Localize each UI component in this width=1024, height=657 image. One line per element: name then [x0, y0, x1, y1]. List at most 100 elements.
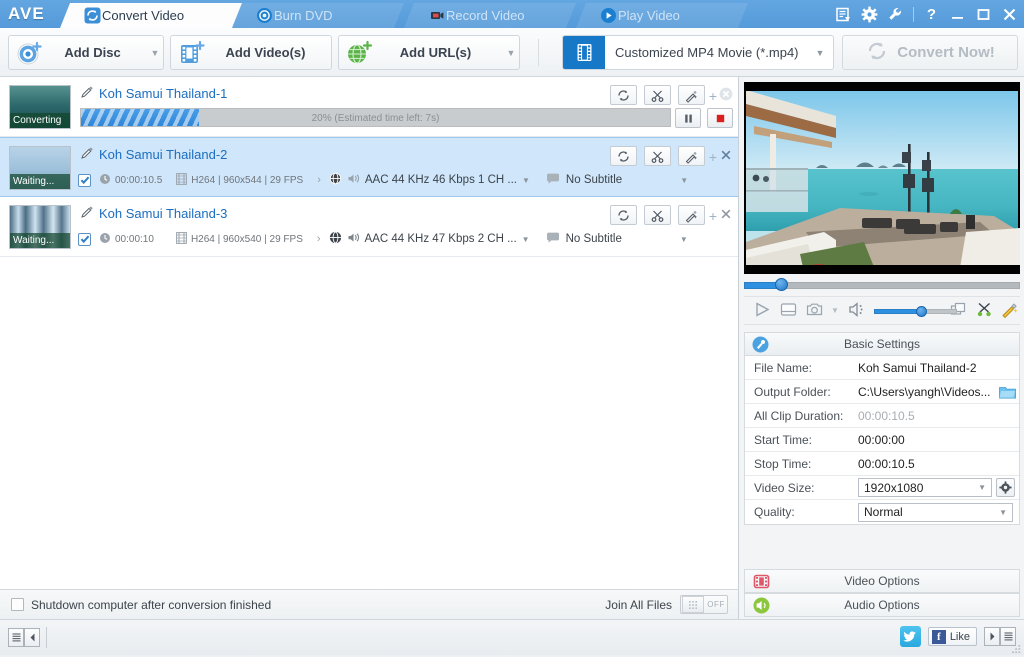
edit-pencil-icon[interactable]: [80, 206, 94, 220]
chevron-down-icon[interactable]: ▼: [978, 483, 986, 492]
add-row-icon[interactable]: +: [709, 208, 717, 224]
close-icon[interactable]: [719, 148, 733, 162]
file-title-row: Koh Samui Thailand-3: [80, 204, 227, 222]
expand-panel-button[interactable]: [984, 627, 1000, 646]
convert-icon[interactable]: [610, 205, 637, 225]
setting-row-stop-time: Stop Time: 00:00:10.5: [745, 452, 1019, 476]
file-title[interactable]: Koh Samui Thailand-2: [99, 147, 227, 162]
add-urls-button[interactable]: Add URL(s) ▼: [338, 35, 520, 70]
help-icon[interactable]: ?: [923, 6, 940, 23]
video-options-row[interactable]: Video Options: [744, 569, 1020, 593]
maximize-icon[interactable]: [975, 6, 992, 23]
cut-icon[interactable]: [644, 205, 671, 225]
audio-options-row[interactable]: Audio Options: [744, 593, 1020, 617]
setting-row-video-size: Video Size: 1920x1080 ▼: [745, 476, 1019, 500]
audio-track-selector[interactable]: AAC 44 KHz 47 Kbps 2 CH ... ▼: [329, 231, 530, 247]
facebook-like-button[interactable]: f Like: [928, 627, 977, 646]
tab-record-video[interactable]: Record Video: [404, 3, 576, 28]
resize-grip[interactable]: [1012, 643, 1021, 652]
quality-select[interactable]: Normal ▼: [858, 503, 1013, 522]
close-icon[interactable]: [719, 207, 733, 221]
expand-arrow-icon[interactable]: ›: [317, 233, 321, 245]
video-size-settings-button[interactable]: [996, 478, 1015, 497]
volume-handle[interactable]: [916, 306, 927, 317]
camera-dropdown-button[interactable]: ▼: [831, 306, 839, 315]
file-title[interactable]: Koh Samui Thailand-3: [99, 206, 227, 221]
start-time-value[interactable]: 00:00:00: [858, 433, 1019, 447]
video-options-icon: [753, 573, 770, 590]
close-icon[interactable]: [1001, 6, 1018, 23]
edit-pencil-icon[interactable]: [80, 86, 94, 100]
volume-slider[interactable]: [874, 306, 928, 316]
tab-play-video[interactable]: Play Video: [576, 3, 748, 28]
table-row[interactable]: Waiting... Koh Samui Thailand-3: [0, 197, 739, 257]
add-row-icon[interactable]: +: [709, 88, 717, 104]
file-checkbox[interactable]: [78, 233, 91, 246]
convert-icon[interactable]: [610, 146, 637, 166]
chevron-down-icon[interactable]: ▼: [807, 48, 833, 58]
add-disc-button[interactable]: Add Disc ▼: [8, 35, 164, 70]
camera-button[interactable]: [805, 301, 824, 321]
row-actions: [610, 205, 705, 225]
shutdown-option[interactable]: Shutdown computer after conversion finis…: [11, 598, 271, 612]
file-name-value[interactable]: Koh Samui Thailand-2: [858, 361, 1019, 375]
edit-pencil-icon[interactable]: [80, 147, 94, 161]
join-all-files-toggle[interactable]: OFF: [680, 595, 728, 614]
effect-icon[interactable]: [678, 205, 705, 225]
file-checkbox[interactable]: [78, 174, 91, 187]
add-videos-button[interactable]: Add Video(s): [170, 35, 332, 70]
video-thumbnail: Waiting...: [9, 205, 71, 249]
trim-button[interactable]: [975, 301, 994, 321]
table-row[interactable]: Waiting... Koh Samui Thailand-2: [0, 137, 739, 197]
snapshot-folder-button[interactable]: [779, 301, 798, 321]
effect-icon[interactable]: [678, 85, 705, 105]
chevron-down-icon[interactable]: ▼: [522, 176, 530, 185]
seek-bar[interactable]: [744, 277, 1020, 293]
effect-icon[interactable]: [678, 146, 705, 166]
video-size-select[interactable]: 1920x1080 ▼: [858, 478, 992, 497]
chevron-down-icon[interactable]: ▼: [680, 235, 688, 244]
chevron-down-icon[interactable]: ▼: [522, 235, 530, 244]
list-view-button[interactable]: [8, 628, 24, 647]
collapse-panel-button[interactable]: [24, 628, 40, 647]
minimize-icon[interactable]: [949, 6, 966, 23]
cut-icon[interactable]: [644, 146, 671, 166]
gear-icon[interactable]: [861, 6, 878, 23]
convert-now-button[interactable]: Convert Now!: [842, 35, 1018, 70]
folder-icon[interactable]: [999, 385, 1016, 399]
tab-convert-video[interactable]: Convert Video: [60, 3, 242, 28]
chevron-down-icon[interactable]: ▼: [503, 48, 519, 58]
subtitle-selector[interactable]: No Subtitle ▼: [546, 173, 688, 188]
output-format-selector[interactable]: Customized MP4 Movie (*.mp4) ▼: [562, 35, 834, 70]
chevron-down-icon[interactable]: ▼: [680, 176, 688, 185]
audio-track-selector[interactable]: AAC 44 KHz 46 Kbps 1 CH ... ▼: [329, 172, 530, 188]
add-row-icon[interactable]: +: [709, 149, 717, 165]
video-preview[interactable]: [744, 82, 1020, 274]
seek-handle[interactable]: [775, 278, 788, 291]
effects-button[interactable]: [1001, 301, 1020, 321]
volume-button[interactable]: [848, 301, 867, 321]
quality-value: Normal: [864, 505, 903, 519]
join-all-files-label: Join All Files: [605, 598, 672, 612]
pause-button[interactable]: [675, 108, 701, 128]
notes-icon[interactable]: [835, 6, 852, 23]
tab-burn-dvd[interactable]: Burn DVD: [232, 3, 404, 28]
play-button[interactable]: [753, 301, 772, 321]
chevron-down-icon[interactable]: ▼: [999, 508, 1007, 517]
convert-icon[interactable]: [610, 85, 637, 105]
expand-arrow-icon[interactable]: ›: [317, 174, 321, 186]
table-row[interactable]: Converting Koh Samui Thailand-1: [0, 77, 739, 137]
twitter-button[interactable]: [900, 626, 921, 647]
wrench-icon[interactable]: [887, 6, 904, 23]
shutdown-checkbox[interactable]: [11, 598, 24, 611]
progress-text: 20% (Estimated time left: 7s): [81, 109, 670, 127]
stop-button[interactable]: [707, 108, 733, 128]
stop-time-value[interactable]: 00:00:10.5: [858, 457, 1019, 471]
setting-label: Video Size:: [745, 481, 858, 495]
close-icon[interactable]: [719, 87, 733, 101]
output-folder-value[interactable]: C:\Users\yangh\Videos...: [858, 385, 999, 399]
cut-icon[interactable]: [644, 85, 671, 105]
file-title[interactable]: Koh Samui Thailand-1: [99, 86, 227, 101]
subtitle-selector[interactable]: No Subtitle ▼: [546, 232, 688, 247]
chevron-down-icon[interactable]: ▼: [147, 48, 163, 58]
